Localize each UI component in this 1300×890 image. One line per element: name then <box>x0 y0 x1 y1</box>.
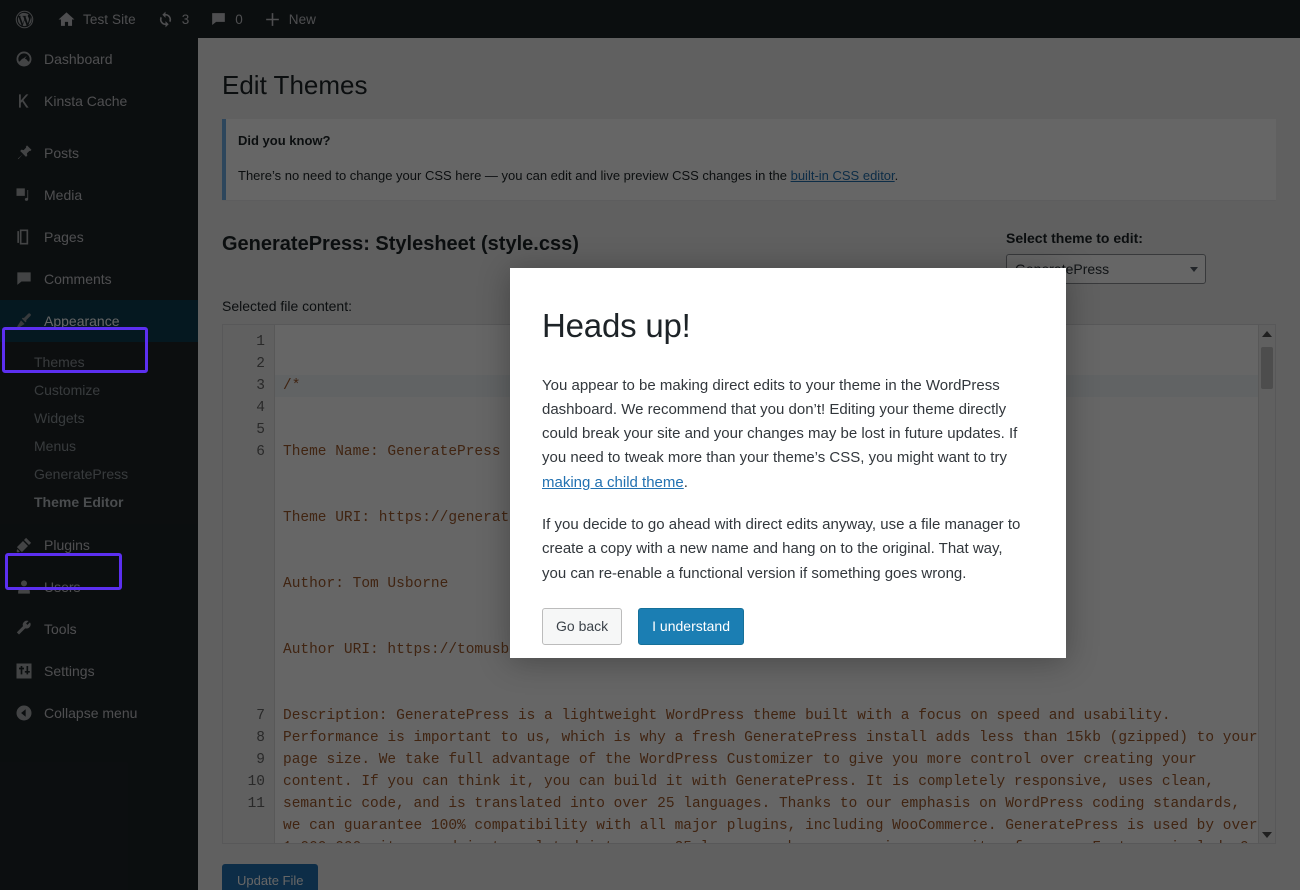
modal-paragraph-2: If you decide to go ahead with direct ed… <box>542 516 1021 582</box>
child-theme-link[interactable]: making a child theme <box>542 474 684 491</box>
modal-heading: Heads up! <box>542 307 691 344</box>
modal-paragraph-1: You appear to be making direct edits to … <box>542 374 1026 495</box>
heads-up-modal: Heads up! You appear to be making direct… <box>510 268 1066 658</box>
go-back-button[interactable]: Go back <box>542 607 623 645</box>
wp-admin-page: Test Site 3 0 New Dashboard <box>0 0 1300 890</box>
modal-p1-before: You appear to be making direct edits to … <box>542 376 1018 467</box>
modal-actions: Go back I understand <box>542 607 1026 645</box>
modal-p1-after: . <box>683 473 688 491</box>
i-understand-button[interactable]: I understand <box>638 607 744 645</box>
